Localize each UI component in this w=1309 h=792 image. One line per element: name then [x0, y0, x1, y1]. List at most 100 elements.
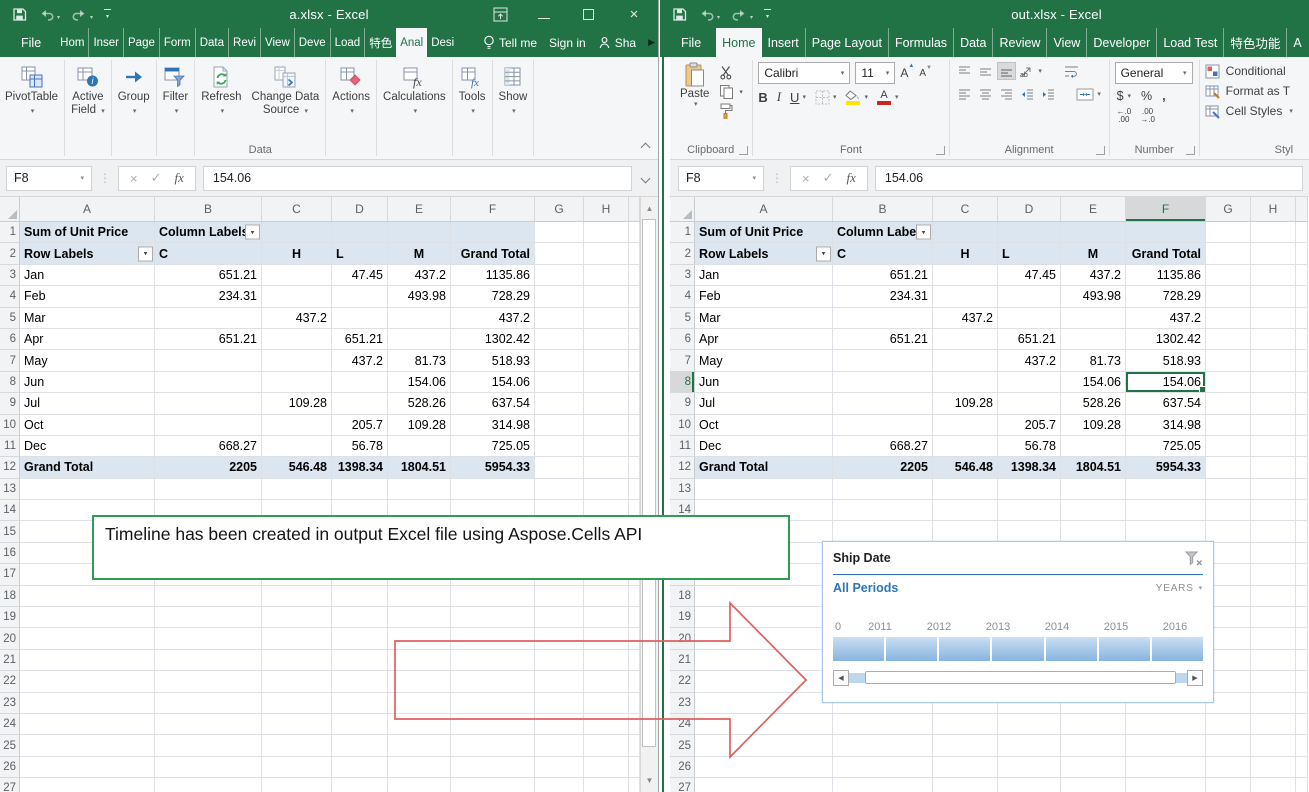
cell[interactable]: 1804.51	[388, 457, 451, 478]
tab-formulas[interactable]: Formulas	[888, 28, 953, 57]
row-header-22[interactable]: 22	[0, 671, 20, 692]
cell[interactable]	[262, 222, 332, 243]
cell[interactable]	[535, 714, 584, 735]
cell[interactable]	[584, 415, 629, 436]
cell[interactable]	[1251, 393, 1296, 414]
cell[interactable]	[155, 628, 262, 649]
cell[interactable]	[1296, 586, 1308, 607]
cell[interactable]	[535, 735, 584, 756]
ribbon-button-active-field[interactable]: iActiveField ▾	[66, 57, 110, 159]
cell[interactable]: 5954.33	[1126, 457, 1206, 478]
cell[interactable]	[833, 521, 933, 542]
increase-decimal-button[interactable]: ←.0 .00	[1117, 108, 1132, 124]
cell[interactable]	[629, 308, 640, 329]
cell[interactable]: M	[1061, 243, 1126, 264]
cell[interactable]: 437.2	[933, 308, 998, 329]
cell[interactable]	[1296, 308, 1308, 329]
row-header-20[interactable]: 20	[0, 628, 20, 649]
cell[interactable]	[1251, 350, 1296, 371]
cell[interactable]	[584, 714, 629, 735]
cell[interactable]	[155, 415, 262, 436]
dialog-launcher-icon[interactable]	[739, 146, 748, 155]
align-left-button[interactable]	[955, 85, 974, 103]
cell[interactable]	[332, 671, 388, 692]
column-header-partial[interactable]	[629, 197, 640, 221]
dialog-launcher-icon[interactable]	[1096, 146, 1105, 155]
row-header-10[interactable]: 10	[0, 415, 20, 436]
cell[interactable]: Row Labels▾	[695, 243, 833, 264]
cell[interactable]: 1804.51	[1061, 457, 1126, 478]
cell[interactable]	[20, 607, 155, 628]
accounting-format-button[interactable]: $▾	[1117, 89, 1131, 103]
cell[interactable]: 546.48	[933, 457, 998, 478]
increase-font-size-button[interactable]: A▲	[900, 66, 914, 80]
cell[interactable]	[629, 479, 640, 500]
tab-anal[interactable]: Anal	[396, 28, 427, 57]
cell[interactable]	[20, 757, 155, 778]
cell[interactable]	[388, 693, 451, 714]
cell[interactable]	[535, 628, 584, 649]
cell[interactable]	[155, 479, 262, 500]
maximize-icon[interactable]	[580, 6, 596, 22]
cell[interactable]	[20, 650, 155, 671]
row-header-2[interactable]: 2	[670, 243, 695, 264]
cell[interactable]	[155, 350, 262, 371]
cell[interactable]	[388, 436, 451, 457]
cell[interactable]: Mar	[695, 308, 833, 329]
redo-icon[interactable]: ▾	[731, 8, 753, 21]
cell[interactable]	[1206, 714, 1251, 735]
cell[interactable]	[262, 329, 332, 350]
cell[interactable]	[1251, 735, 1296, 756]
cell[interactable]	[584, 265, 629, 286]
cell[interactable]: L	[998, 243, 1061, 264]
cell[interactable]: 651.21	[155, 329, 262, 350]
row-header-9[interactable]: 9	[670, 393, 695, 414]
cell[interactable]	[451, 671, 535, 692]
center-button[interactable]	[976, 85, 995, 103]
ribbon-display-options-icon[interactable]	[492, 6, 508, 22]
cell[interactable]	[332, 393, 388, 414]
cell[interactable]: 47.45	[998, 265, 1061, 286]
enter-icon[interactable]: ✓	[151, 170, 162, 186]
row-header-10[interactable]: 10	[670, 415, 695, 436]
cell[interactable]: Feb	[20, 286, 155, 307]
row-header-26[interactable]: 26	[670, 757, 695, 778]
cell[interactable]: Feb	[695, 286, 833, 307]
cell[interactable]: 1398.34	[332, 457, 388, 478]
cell[interactable]	[1251, 479, 1296, 500]
cell[interactable]	[695, 693, 833, 714]
cell[interactable]	[1296, 393, 1308, 414]
cell[interactable]: 725.05	[1126, 436, 1206, 457]
cell[interactable]: Jan	[20, 265, 155, 286]
timeline-segment[interactable]	[939, 637, 990, 661]
cell[interactable]	[535, 457, 584, 478]
ribbon-button-refresh[interactable]: Refresh▾	[196, 57, 246, 142]
cut-button[interactable]	[719, 65, 743, 80]
cell[interactable]	[332, 607, 388, 628]
cell[interactable]	[1206, 735, 1251, 756]
cell[interactable]	[695, 628, 833, 649]
fill-color-button[interactable]	[845, 90, 860, 105]
row-header-1[interactable]: 1	[670, 222, 695, 243]
cancel-icon[interactable]: ×	[130, 171, 138, 186]
row-header-27[interactable]: 27	[0, 778, 20, 792]
cell[interactable]	[451, 693, 535, 714]
borders-button[interactable]	[815, 90, 830, 105]
undo-icon[interactable]: ▾	[698, 8, 720, 21]
select-all-corner[interactable]	[670, 197, 695, 221]
row-header-11[interactable]: 11	[0, 436, 20, 457]
row-header-18[interactable]: 18	[0, 586, 20, 607]
cell[interactable]	[1251, 671, 1296, 692]
cell[interactable]: 728.29	[1126, 286, 1206, 307]
row-header-1[interactable]: 1	[0, 222, 20, 243]
timeline-segment[interactable]	[833, 637, 884, 661]
cell[interactable]	[388, 650, 451, 671]
row-header-9[interactable]: 9	[0, 393, 20, 414]
cell[interactable]	[1296, 243, 1308, 264]
cell[interactable]	[535, 350, 584, 371]
cell[interactable]	[20, 479, 155, 500]
cell[interactable]	[1296, 650, 1308, 671]
cell[interactable]: 518.93	[1126, 350, 1206, 371]
cell[interactable]	[695, 479, 833, 500]
cell[interactable]	[933, 714, 998, 735]
